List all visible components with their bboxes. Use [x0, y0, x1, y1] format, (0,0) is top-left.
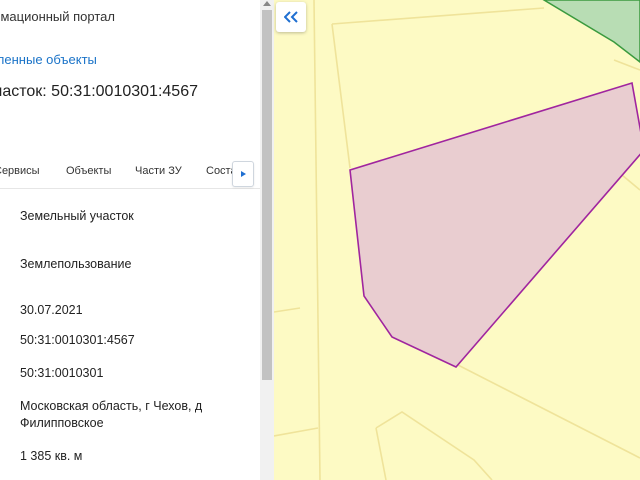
field-object-type: Земельный участок	[20, 209, 134, 223]
field-quarter: 50:31:0010301	[20, 366, 104, 380]
object-title: участок: 50:31:0010301:4567	[0, 83, 198, 100]
scroll-up-arrow-icon[interactable]	[263, 1, 271, 6]
portal-title: ормационный портал	[0, 9, 115, 24]
field-address: Московская область, г Чехов, д Филипповс…	[20, 398, 240, 432]
field-area: 1 385 кв. м	[20, 449, 83, 463]
field-category: Землепользование	[20, 257, 132, 271]
panel-scrollbar-thumb[interactable]	[262, 10, 272, 380]
address-line-2: Филипповское	[20, 416, 104, 430]
tab-bar: Сервисы Объекты Части ЗУ Соста	[0, 160, 260, 189]
tab-next-button[interactable]	[232, 161, 254, 187]
tab-objects[interactable]: Объекты	[66, 165, 111, 177]
double-chevron-left-icon	[284, 11, 298, 23]
triangle-right-icon	[241, 171, 246, 177]
info-panel: ормационный портал еленные объекты участ…	[0, 0, 260, 480]
field-date: 30.07.2021	[20, 303, 83, 317]
map-canvas[interactable]	[274, 0, 640, 480]
field-cadastral-number: 50:31:0010301:4567	[20, 333, 135, 347]
tab-services[interactable]: Сервисы	[0, 165, 40, 177]
address-line-1: Московская область, г Чехов, д	[20, 399, 203, 413]
tab-land-parts[interactable]: Части ЗУ	[135, 165, 182, 177]
selected-objects-link[interactable]: еленные объекты	[0, 52, 97, 67]
collapse-panel-button[interactable]	[276, 2, 306, 32]
